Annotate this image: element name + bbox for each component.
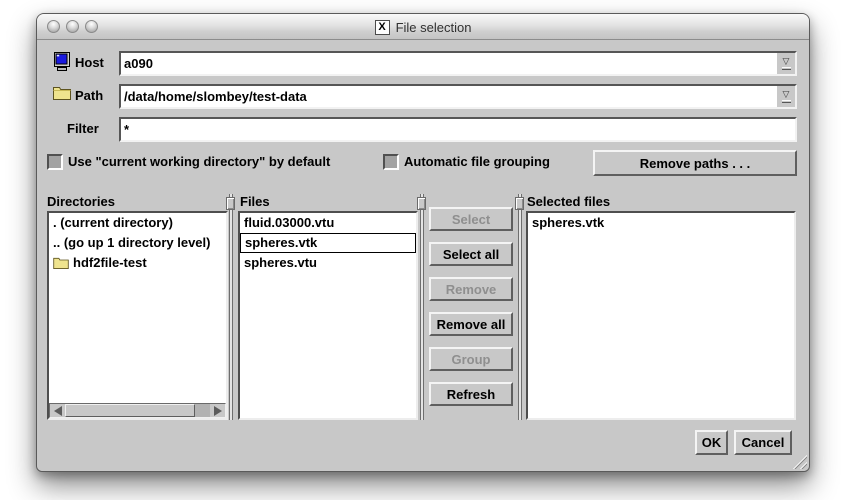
horizontal-scrollbar[interactable] (49, 403, 226, 418)
files-list: fluid.03000.vtu spheres.vtk spheres.vtu (238, 211, 418, 420)
triangle-right-icon (214, 406, 222, 416)
selected-file-item-label: spheres.vtk (532, 213, 604, 233)
file-selection-window: X File selection Host ▽ (36, 13, 810, 472)
select-all-button[interactable]: Select all (429, 242, 513, 266)
host-monitor-icon (53, 52, 73, 72)
file-item[interactable]: fluid.03000.vtu (240, 213, 416, 233)
directory-item-label: hdf2file-test (73, 253, 147, 273)
triangle-left-icon (54, 406, 62, 416)
group-button[interactable]: Group (429, 347, 513, 371)
filter-field (119, 117, 797, 142)
path-input[interactable] (121, 86, 777, 107)
path-combobox: ▽ (119, 84, 797, 109)
host-input[interactable] (121, 53, 777, 74)
file-item-label: spheres.vtk (245, 234, 317, 252)
x11-app-icon: X (375, 20, 390, 35)
remove-paths-button[interactable]: Remove paths . . . (593, 150, 797, 176)
splitter-grip[interactable] (226, 197, 235, 210)
window-title: File selection (396, 20, 472, 35)
scrollbar-thumb[interactable] (65, 404, 195, 417)
resize-grip[interactable] (792, 454, 807, 469)
folder-icon (53, 86, 71, 100)
directory-item[interactable]: . (current directory) (49, 213, 226, 233)
selected-files-label: Selected files (527, 192, 610, 212)
dropdown-dash (782, 67, 791, 70)
directory-item[interactable]: .. (go up 1 directory level) (49, 233, 226, 253)
dialog-body: Host ▽ Path ▽ Filter (37, 40, 809, 471)
chevron-down-icon: ▽ (783, 90, 790, 99)
filter-label: Filter (67, 119, 99, 139)
files-label: Files (240, 192, 270, 212)
titlebar[interactable]: X File selection (37, 14, 809, 40)
chevron-down-icon: ▽ (783, 57, 790, 66)
selected-files-list: spheres.vtk (526, 211, 796, 420)
host-dropdown-button[interactable]: ▽ (777, 53, 795, 74)
directories-list: . (current directory) .. (go up 1 direct… (47, 211, 228, 420)
cancel-button[interactable]: Cancel (734, 430, 792, 455)
select-button[interactable]: Select (429, 207, 513, 231)
splitter-grip[interactable] (417, 197, 426, 210)
remove-button[interactable]: Remove (429, 277, 513, 301)
dropdown-dash (782, 100, 791, 103)
ok-button[interactable]: OK (695, 430, 728, 455)
folder-icon (53, 257, 69, 269)
path-dropdown-button[interactable]: ▽ (777, 86, 795, 107)
directory-item-label: .. (go up 1 directory level) (53, 233, 210, 253)
title-area: X File selection (37, 14, 809, 40)
file-item-label: spheres.vtu (244, 253, 317, 273)
use-cwd-label: Use "current working directory" by defau… (68, 152, 330, 172)
scroll-left-button[interactable] (50, 404, 65, 417)
file-item-label: fluid.03000.vtu (244, 213, 334, 233)
remove-all-button[interactable]: Remove all (429, 312, 513, 336)
auto-grouping-checkbox[interactable] (383, 154, 399, 170)
use-cwd-checkbox[interactable] (47, 154, 63, 170)
selected-file-item[interactable]: spheres.vtk (528, 213, 794, 233)
file-item[interactable]: spheres.vtu (240, 253, 416, 273)
host-label: Host (75, 53, 104, 73)
auto-grouping-label: Automatic file grouping (404, 152, 550, 172)
scroll-right-button[interactable] (210, 404, 225, 417)
refresh-button[interactable]: Refresh (429, 382, 513, 406)
splitter-grip[interactable] (515, 197, 524, 210)
splitter-directories-files[interactable] (229, 194, 233, 420)
host-combobox: ▽ (119, 51, 797, 76)
directory-item-label: . (current directory) (53, 213, 173, 233)
splitter-files-actions[interactable] (420, 194, 424, 420)
directory-item[interactable]: hdf2file-test (49, 253, 226, 273)
directories-label: Directories (47, 192, 115, 212)
path-label: Path (75, 86, 103, 106)
splitter-actions-selected[interactable] (518, 194, 522, 420)
file-item-focused[interactable]: spheres.vtk (240, 233, 416, 253)
filter-input[interactable] (121, 119, 795, 140)
